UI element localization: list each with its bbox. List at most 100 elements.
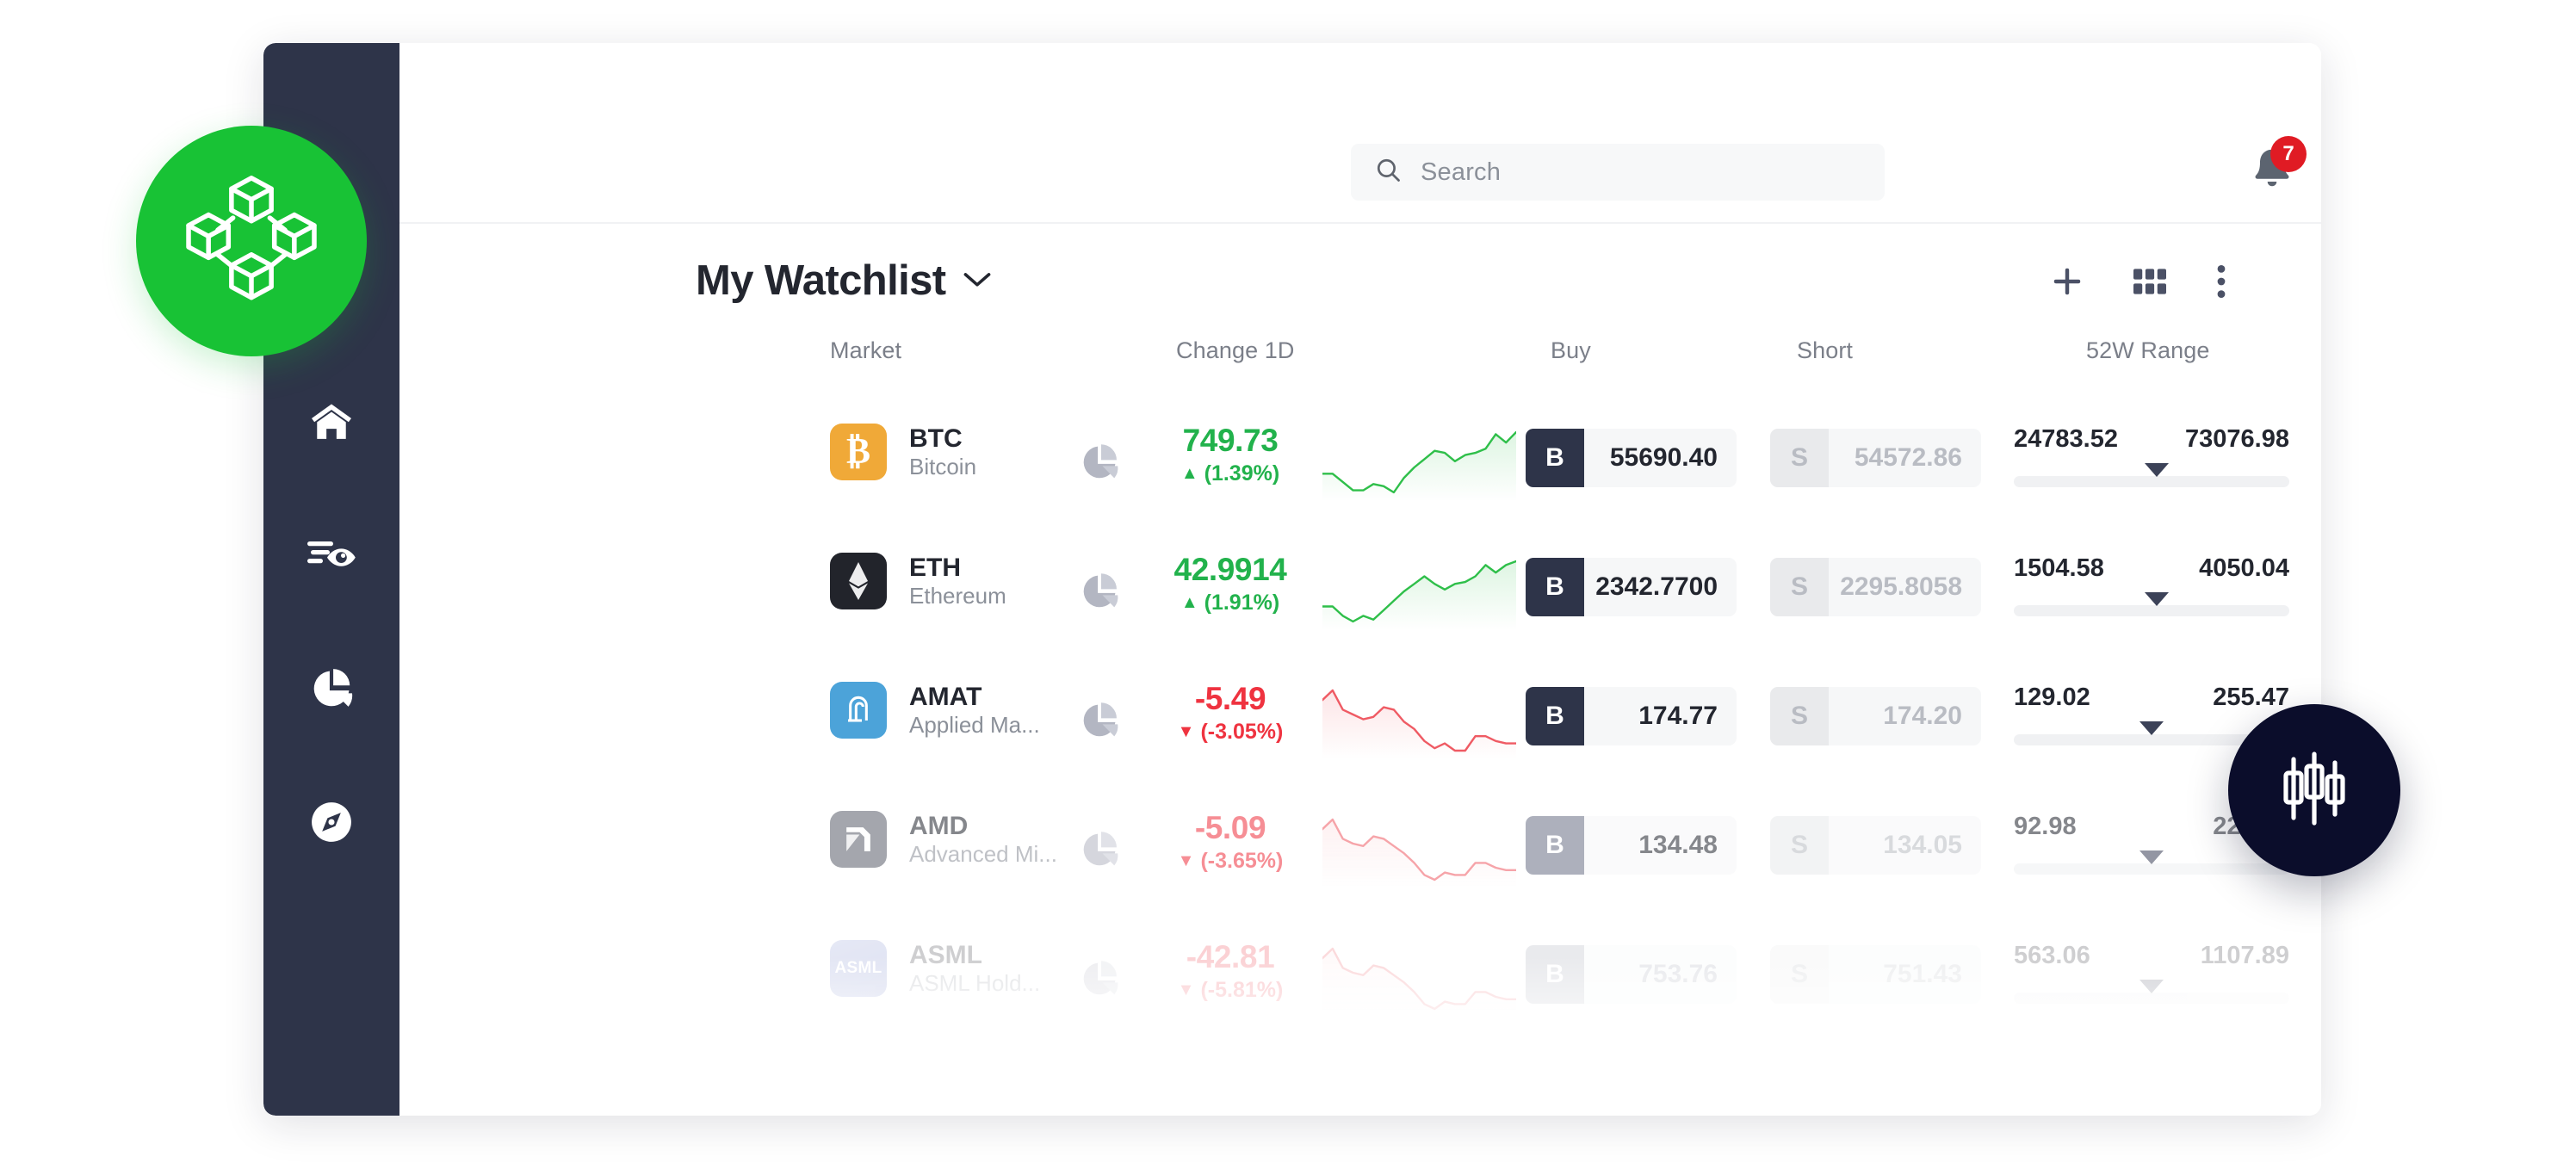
watchlist-title-dropdown[interactable]: My Watchlist [696,257,992,305]
home-icon [309,402,354,442]
buy-button[interactable]: B 55690.40 [1526,429,1737,487]
sidebar-item-discover[interactable] [301,796,362,848]
short-button[interactable]: S 54572.86 [1770,429,1981,487]
table-row[interactable]: AMD Advanced Mi... -5.09 ▼ (-3.65%) [399,785,2321,914]
price-sparkline [1322,418,1516,504]
short-label: S [1770,429,1829,487]
buy-cell[interactable]: B 2342.7700 [1526,558,1737,616]
asset-logo-eth-icon [830,553,887,609]
short-cell[interactable]: S 174.20 [1770,687,1981,745]
short-price: 751.43 [1829,945,1981,1004]
short-cell[interactable]: S 2295.8058 [1770,558,1981,616]
asset-name: Advanced Mi... [909,842,1057,867]
price-sparkline [1322,677,1516,763]
range-labels: 563.06 1107.89 [2014,942,2289,970]
price-sparkline [1322,547,1516,634]
short-button[interactable]: S 174.20 [1770,687,1981,745]
range-high: 4050.04 [2199,554,2289,583]
add-item-button[interactable] [2051,265,2084,298]
change-percent: (1.39%) [1204,462,1280,486]
table-row[interactable]: ETH Ethereum 42.9914 ▲ (1.91%) [399,527,2321,656]
buy-button[interactable]: B 2342.7700 [1526,558,1737,616]
short-cell[interactable]: S 54572.86 [1770,429,1981,487]
allocation-pie-icon[interactable] [1080,959,1119,1003]
market-labels: BTC Bitcoin [909,425,976,479]
short-button[interactable]: S 2295.8058 [1770,558,1981,616]
asset-name: ASML Hold... [909,971,1040,996]
notifications-button[interactable]: 7 [2246,145,2300,198]
range-labels: 129.02 255.47 [2014,683,2289,712]
short-button[interactable]: S 751.43 [1770,945,1981,1004]
chart-fab-button[interactable] [2228,704,2400,876]
range-low: 1504.58 [2014,554,2104,583]
asset-symbol: BTC [909,425,976,453]
range-labels: 1504.58 4050.04 [2014,554,2289,583]
buy-price: 2342.7700 [1584,558,1737,616]
buy-button[interactable]: B 134.48 [1526,816,1737,875]
buy-cell[interactable]: B 55690.40 [1526,429,1737,487]
buy-button[interactable]: B 174.77 [1526,687,1737,745]
short-cell[interactable]: S 134.05 [1770,816,1981,875]
market-cell[interactable]: ETH Ethereum [830,553,1006,609]
asset-logo-amat-icon [830,682,887,739]
range-track[interactable] [2014,605,2289,616]
short-label: S [1770,945,1829,1004]
change-percent-wrap: ▲ (1.91%) [1181,591,1279,615]
panel-actions [2051,265,2226,298]
range-high: 1107.89 [2201,942,2289,970]
asset-name: Applied Ma... [909,713,1040,738]
buy-cell[interactable]: B 753.76 [1526,945,1737,1004]
change-cell: 42.9914 ▲ (1.91%) [1157,553,1303,615]
allocation-pie-icon[interactable] [1080,572,1119,615]
arrow-up-icon: ▲ [1181,594,1198,611]
screenshot-root: Search 7 My Watchlist [0,0,2576,1169]
market-cell[interactable]: AMD Advanced Mi... [830,811,1057,868]
allocation-pie-icon[interactable] [1080,701,1119,745]
buy-price: 55690.40 [1584,429,1737,487]
table-row[interactable]: ASML ASML ASML Hold... -42.81 ▼ (-5.81%) [399,914,2321,1043]
allocation-pie-icon[interactable] [1080,442,1119,486]
range-track[interactable] [2014,863,2289,875]
asset-logo-asml-icon: ASML [830,940,887,997]
range-track[interactable] [2014,993,2289,1004]
range-track[interactable] [2014,476,2289,487]
table-row[interactable]: ₿ BTC Bitcoin 749.73 ▲ (1.39%) [399,398,2321,527]
change-value: 42.9914 [1174,553,1287,588]
market-cell[interactable]: AMAT Applied Ma... [830,682,1040,739]
column-header-market: Market [830,337,901,364]
buy-cell[interactable]: B 174.77 [1526,687,1737,745]
range-marker-icon [2145,592,2169,606]
price-sparkline [1322,806,1516,892]
market-labels: AMD Advanced Mi... [909,813,1057,866]
search-placeholder: Search [1421,158,1501,187]
sidebar-item-home[interactable] [301,396,362,448]
short-button[interactable]: S 134.05 [1770,816,1981,875]
more-options-button[interactable] [2216,265,2226,298]
range-low: 24783.52 [2014,425,2118,454]
market-cell[interactable]: ASML ASML ASML Hold... [830,940,1040,997]
market-cell[interactable]: ₿ BTC Bitcoin [830,424,976,480]
buy-button[interactable]: B 753.76 [1526,945,1737,1004]
allocation-pie-icon[interactable] [1080,830,1119,874]
change-value: -42.81 [1186,940,1275,975]
asset-symbol: ETH [909,554,1006,582]
range-high: 255.47 [2213,683,2289,712]
buy-cell[interactable]: B 134.48 [1526,816,1737,875]
change-percent: (-3.65%) [1200,850,1283,874]
52w-range-cell: 24783.52 73076.98 [2014,425,2289,487]
change-value: -5.49 [1195,682,1266,717]
change-value: 749.73 [1183,424,1279,459]
sidebar-item-portfolio[interactable] [301,663,362,714]
short-price: 134.05 [1829,816,1981,875]
grid-view-button[interactable] [2133,269,2166,294]
short-cell[interactable]: S 751.43 [1770,945,1981,1004]
sidebar-nav [263,396,399,848]
table-row[interactable]: AMAT Applied Ma... -5.49 ▼ (-3.05%) [399,656,2321,785]
search-input[interactable]: Search [1351,144,1885,201]
buy-price: 134.48 [1584,816,1737,875]
bell-icon [2246,185,2298,200]
change-percent: (-3.05%) [1200,721,1283,745]
buy-label: B [1526,558,1584,616]
notification-badge: 7 [2270,136,2307,172]
sidebar-item-watchlist[interactable] [301,529,362,581]
